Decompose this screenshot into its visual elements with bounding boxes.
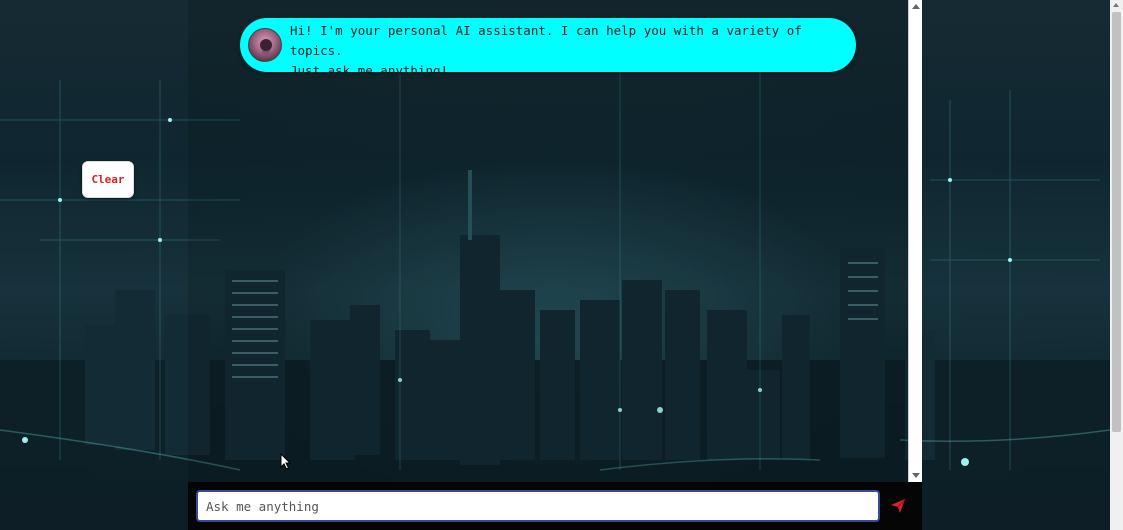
message-input[interactable] <box>196 490 880 522</box>
scroll-up-arrow-icon[interactable] <box>912 4 920 9</box>
send-icon <box>891 498 906 513</box>
send-button[interactable] <box>886 494 910 518</box>
message-line-1: Hi! I'm your personal AI assistant. I ca… <box>290 23 802 58</box>
mouse-cursor-icon <box>280 453 292 470</box>
message-line-2: Just ask me anything! <box>290 63 449 78</box>
clear-button[interactable]: Clear <box>82 161 134 198</box>
scroll-down-arrow-icon[interactable] <box>912 473 920 478</box>
assistant-message-text: Hi! I'm your personal AI assistant. I ca… <box>290 21 850 81</box>
robot-avatar-icon <box>248 28 282 62</box>
page-scrollbar[interactable] <box>1110 0 1123 530</box>
composer-bar <box>188 482 922 530</box>
assistant-message: Hi! I'm your personal AI assistant. I ca… <box>240 18 856 78</box>
page-scroll-thumb[interactable] <box>1112 12 1121 432</box>
page-scroll-up-icon[interactable] <box>1113 3 1119 7</box>
chat-scrollbar[interactable] <box>908 0 922 482</box>
